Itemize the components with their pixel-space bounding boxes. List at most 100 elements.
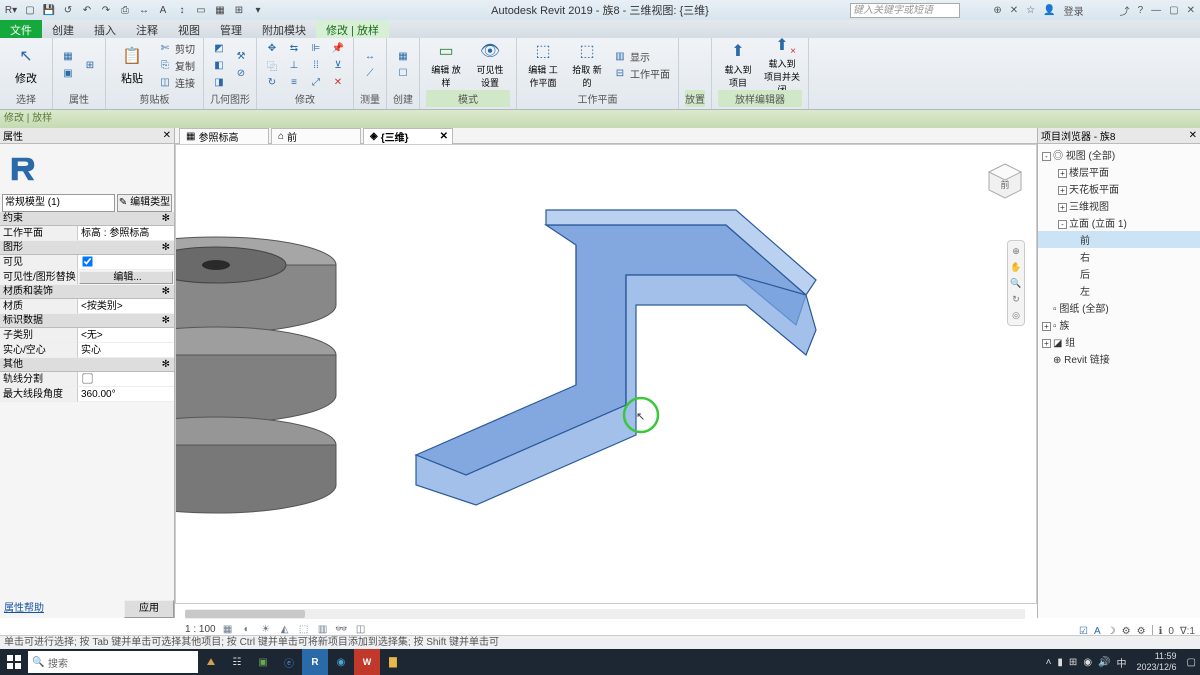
showcrop-icon[interactable]: ▥: [316, 622, 330, 636]
scrollbar-thumb[interactable]: [185, 610, 305, 618]
redo-icon[interactable]: ↷: [98, 2, 114, 18]
close-icon[interactable]: ✕: [1187, 5, 1195, 16]
maximize-icon[interactable]: ▢: [1169, 5, 1178, 16]
pb-groups[interactable]: 组: [1065, 338, 1075, 349]
load-project-button[interactable]: ⬆ 载入到 项目: [718, 40, 758, 90]
properties-help-link[interactable]: 属性帮助: [0, 600, 124, 618]
create-similar-btn[interactable]: ▦: [394, 49, 412, 65]
section-materials[interactable]: 材质和装饰✻: [0, 285, 174, 299]
paste-button[interactable]: 📋 粘贴: [112, 40, 152, 90]
pb-floor[interactable]: 楼层平面: [1069, 168, 1109, 179]
expand-icon[interactable]: +: [1042, 339, 1051, 348]
tray-volume-icon[interactable]: 🔊: [1098, 657, 1110, 668]
tab-manage[interactable]: 管理: [210, 20, 252, 38]
pb-back[interactable]: 后: [1080, 270, 1090, 281]
visibility-button[interactable]: 👁 可见性 设置: [470, 40, 510, 90]
section-constraints[interactable]: 约束✻: [0, 212, 174, 226]
dim-icon[interactable]: ↕: [174, 2, 190, 18]
section-identity[interactable]: 标识数据✻: [0, 314, 174, 328]
properties-close-icon[interactable]: ✕: [163, 130, 171, 141]
trim-btn[interactable]: ⊥: [285, 57, 303, 73]
minimize-icon[interactable]: —: [1151, 5, 1161, 16]
3d-viewport[interactable]: ↖: [175, 144, 1037, 604]
tab-modify-sweep[interactable]: 修改 | 放样: [316, 20, 389, 38]
keep-signed-icon[interactable]: ✕: [1010, 5, 1018, 16]
delete-btn[interactable]: ✕: [329, 74, 347, 90]
pb-left[interactable]: 左: [1080, 287, 1090, 298]
taskbar-clock[interactable]: 11:59 2023/12/6: [1133, 651, 1181, 673]
align-btn[interactable]: ⊫: [307, 40, 325, 56]
tab-annotate[interactable]: 注释: [126, 20, 168, 38]
aligned-btn[interactable]: ⟋: [361, 66, 379, 82]
expand-icon[interactable]: +: [1058, 169, 1067, 178]
pb-right[interactable]: 右: [1080, 253, 1090, 264]
type-selector[interactable]: 常规模型 (1): [2, 194, 115, 212]
measure-icon[interactable]: ↔: [136, 2, 152, 18]
tray-ime-icon[interactable]: 中: [1117, 655, 1127, 670]
start-button[interactable]: [0, 649, 28, 675]
tray-notif-icon[interactable]: ▢: [1187, 657, 1196, 668]
temphide-icon[interactable]: 👓: [335, 622, 349, 636]
expand-icon[interactable]: +: [1042, 322, 1051, 331]
sunpath-icon[interactable]: ☀: [259, 622, 273, 636]
apply-button[interactable]: 应用: [124, 600, 174, 618]
modify-button[interactable]: ↖ 修改: [6, 40, 46, 90]
crop-icon[interactable]: ⬚: [297, 622, 311, 636]
task-revit-icon[interactable]: R: [302, 649, 328, 675]
tab-create[interactable]: 创建: [42, 20, 84, 38]
tab-addins[interactable]: 附加模块: [252, 20, 316, 38]
edit-type-button[interactable]: ✎ 编辑类型: [117, 194, 172, 212]
typeprops-btn[interactable]: ▣: [59, 66, 77, 82]
section-other[interactable]: 其他✻: [0, 358, 174, 372]
task-xbox-icon[interactable]: ▣: [250, 649, 276, 675]
join-button[interactable]: ◫连接: [156, 74, 197, 90]
visible-checkbox[interactable]: [82, 256, 92, 266]
props-btn[interactable]: ▦: [59, 49, 77, 65]
split-btn[interactable]: ⊘: [232, 66, 250, 82]
sync-icon[interactable]: ↺: [60, 2, 76, 18]
task-app1-icon[interactable]: ⛰: [198, 649, 224, 675]
cut-geom-btn[interactable]: ◧: [210, 57, 228, 73]
tab-file[interactable]: 文件: [0, 20, 42, 38]
pb-3d[interactable]: 三维视图: [1069, 202, 1109, 213]
copy-button[interactable]: ⎘复制: [156, 57, 197, 73]
family-types-btn[interactable]: ⊞: [81, 57, 99, 73]
tab-insert[interactable]: 插入: [84, 20, 126, 38]
prop-material-value[interactable]: <按类别>: [78, 299, 174, 314]
prop-maxang-value[interactable]: 360.00°: [78, 387, 174, 402]
expand-icon[interactable]: -: [1042, 152, 1051, 161]
print-icon[interactable]: ⎙: [117, 2, 133, 18]
view-tab-reflevel[interactable]: ▦参照标高: [179, 128, 269, 144]
horizontal-scrollbar[interactable]: [185, 609, 1025, 619]
task-explorer-icon[interactable]: ▇: [380, 649, 406, 675]
pb-close-icon[interactable]: ✕: [1189, 130, 1197, 141]
cart-icon[interactable]: ⤴: [1120, 3, 1130, 18]
favorite-icon[interactable]: ☆: [1026, 5, 1035, 16]
prop-solid-value[interactable]: 实心: [78, 343, 174, 358]
demolish-btn[interactable]: ⚒: [232, 49, 250, 65]
expand-icon[interactable]: +: [1058, 203, 1067, 212]
shading-icon[interactable]: ▦: [212, 2, 228, 18]
section-icon[interactable]: ▭: [193, 2, 209, 18]
pb-front[interactable]: 前: [1080, 236, 1090, 247]
pb-links[interactable]: Revit 链接: [1064, 355, 1110, 366]
mirror-btn[interactable]: ⇆: [285, 40, 303, 56]
tray-devices-icon[interactable]: ⊞: [1069, 657, 1077, 668]
pb-elev[interactable]: 立面 (立面 1): [1069, 219, 1127, 230]
help-icon[interactable]: ?: [1138, 5, 1144, 16]
close-tab-icon[interactable]: ✕: [440, 131, 448, 142]
view-scale[interactable]: 1 : 100: [185, 624, 216, 635]
pb-ceiling[interactable]: 天花板平面: [1069, 185, 1119, 196]
tray-wifi-icon[interactable]: ◉: [1083, 657, 1092, 668]
fullnav-icon[interactable]: ⊕: [1009, 244, 1023, 258]
show-btn[interactable]: ▥显示: [611, 49, 672, 65]
traj-checkbox[interactable]: [82, 373, 92, 383]
viewer-btn[interactable]: ⊟工作平面: [611, 66, 672, 82]
section-graphics[interactable]: 图形✻: [0, 241, 174, 255]
pb-families[interactable]: 族: [1059, 321, 1069, 332]
pb-views[interactable]: 视图 (全部): [1066, 151, 1115, 162]
offset-btn[interactable]: ≡: [285, 74, 303, 90]
sweep-model-selected[interactable]: [416, 210, 816, 505]
task-edge-icon[interactable]: ◉: [328, 649, 354, 675]
prop-visible-value[interactable]: [78, 255, 174, 270]
